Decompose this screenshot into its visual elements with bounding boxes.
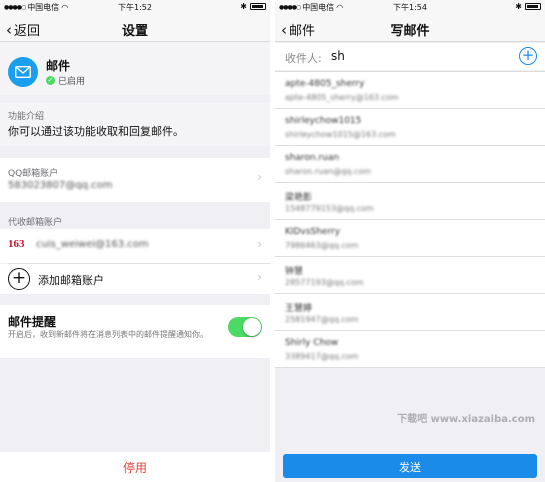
list-item[interactable]: sharon.ruan sharon.ruan@qq.com bbox=[275, 146, 545, 183]
contact-name: apte-4805_sherry bbox=[285, 79, 365, 89]
contact-name: shirleychow1015 bbox=[285, 116, 362, 126]
add-contact-icon[interactable]: + bbox=[519, 47, 537, 65]
contact-name: Shirly Chow bbox=[285, 338, 339, 348]
plus-circle-icon: + bbox=[8, 268, 30, 290]
status-bar: ●●●●○ 中国电信 ◠ 下午1:52 ✱ bbox=[0, 0, 270, 14]
list-item[interactable]: KIDvsSherry 7986463@qq.com bbox=[275, 220, 545, 257]
contact-email: 1548779153@qq.com bbox=[285, 204, 374, 213]
notify-toggle[interactable] bbox=[228, 317, 262, 337]
bluetooth-icon: ✱ bbox=[240, 2, 247, 11]
list-item[interactable]: 梁艳影 1548779153@qq.com bbox=[275, 183, 545, 220]
toggle-knob bbox=[243, 318, 261, 336]
contact-email: 3389417@qq.com bbox=[285, 352, 359, 361]
list-item[interactable]: 钟慧 28577193@qq.com bbox=[275, 257, 545, 294]
intro-section: 功能介绍 你可以通过该功能收取和回复邮件。 bbox=[0, 103, 270, 146]
add-account-row[interactable]: + 添加邮箱账户 › bbox=[0, 264, 270, 294]
recipient-input[interactable]: sh bbox=[331, 49, 345, 63]
qq-account-value: 583023807@qq.com bbox=[8, 180, 113, 191]
qq-account-row[interactable]: QQ邮箱账户 583023807@qq.com › bbox=[0, 158, 270, 202]
contact-email: 2581947@qq.com bbox=[285, 315, 359, 324]
page-title: 写邮件 bbox=[390, 24, 430, 39]
notify-title: 邮件提醒 bbox=[8, 315, 57, 329]
mail-icon bbox=[8, 57, 38, 87]
disable-label: 停用 bbox=[122, 461, 147, 475]
nav-bar: ‹ 邮件 写邮件 bbox=[275, 14, 545, 42]
watermark: 下载吧 www.xiazaiba.com bbox=[397, 414, 535, 425]
contact-email: sharon.ruan@qq.com bbox=[285, 167, 371, 176]
contact-name: sharon.ruan bbox=[285, 153, 340, 163]
contact-email: shirleychow1015@163.com bbox=[285, 130, 396, 139]
list-item[interactable]: apte-4805_sherry apte-4805_sherry@163.com bbox=[275, 72, 545, 109]
app-status: ✓ 已启用 bbox=[46, 74, 85, 87]
list-item[interactable]: shirleychow1015 shirleychow1015@163.com bbox=[275, 109, 545, 146]
status-time: 下午1:54 bbox=[393, 3, 427, 12]
notify-desc: 开启后，收到新邮件将在消息列表中的邮件提醒通知你。 bbox=[8, 330, 208, 339]
recipient-label: 收件人: bbox=[285, 52, 322, 65]
nav-bar: ‹ 返回 设置 bbox=[0, 14, 270, 42]
contact-email: apte-4805_sherry@163.com bbox=[285, 93, 399, 102]
intro-heading: 功能介绍 bbox=[8, 112, 45, 122]
send-label: 发送 bbox=[399, 461, 421, 474]
contact-name: 梁艳影 bbox=[285, 193, 313, 203]
contact-suggestion-list: apte-4805_sherry apte-4805_sherry@163.com… bbox=[275, 71, 545, 368]
qq-account-label: QQ邮箱账户 bbox=[8, 169, 59, 179]
mail-notify-row: 邮件提醒 开启后，收到新邮件将在消息列表中的邮件提醒通知你。 bbox=[0, 305, 270, 358]
other-accounts-label: 代收邮箱账户 bbox=[8, 218, 63, 228]
list-item[interactable]: Shirly Chow 3389417@qq.com bbox=[275, 331, 545, 368]
app-header: 邮件 ✓ 已启用 bbox=[0, 43, 270, 95]
contact-name: 钟慧 bbox=[285, 267, 304, 277]
settings-screen: ●●●●○ 中国电信 ◠ 下午1:52 ✱ ‹ 返回 设置 邮件 ✓ 已启用 功能介绍… bbox=[0, 0, 270, 482]
contact-name: 王慧婷 bbox=[285, 304, 313, 314]
chevron-right-icon: › bbox=[257, 237, 262, 251]
add-account-label: 添加邮箱账户 bbox=[38, 274, 104, 287]
status-bar: ●●●●○ 中国电信 ◠ 下午1:54 ✱ bbox=[275, 0, 545, 14]
account-163-value: cuis_weiwei@163.com bbox=[36, 239, 149, 250]
chevron-right-icon: › bbox=[257, 170, 262, 184]
recipient-field[interactable]: 收件人: sh + bbox=[275, 43, 545, 70]
page-title: 设置 bbox=[121, 24, 148, 39]
compose-screen: ●●●●○ 中国电信 ◠ 下午1:54 ✱ ‹ 邮件 写邮件 收件人: sh + ap… bbox=[275, 0, 545, 482]
contact-email: 28577193@qq.com bbox=[285, 278, 364, 287]
bluetooth-icon: ✱ bbox=[515, 2, 522, 11]
account-163-row[interactable]: 163 cuis_weiwei@163.com › bbox=[0, 229, 270, 263]
list-item[interactable]: 王慧婷 2581947@qq.com bbox=[275, 294, 545, 331]
check-circle-icon: ✓ bbox=[46, 76, 55, 85]
app-name: 邮件 bbox=[46, 59, 71, 73]
netease-163-icon: 163 bbox=[8, 238, 25, 250]
intro-text: 你可以通过该功能收取和回复邮件。 bbox=[8, 125, 184, 138]
status-time: 下午1:52 bbox=[118, 3, 152, 12]
chevron-right-icon: › bbox=[257, 270, 262, 284]
contact-name: KIDvsSherry bbox=[285, 227, 341, 237]
battery-icon bbox=[525, 3, 541, 10]
contact-email: 7986463@qq.com bbox=[285, 241, 359, 250]
send-button[interactable]: 发送 bbox=[283, 454, 537, 478]
disable-button[interactable]: 停用 bbox=[0, 452, 270, 482]
battery-icon bbox=[250, 3, 266, 10]
enabled-label: 已启用 bbox=[58, 77, 86, 87]
